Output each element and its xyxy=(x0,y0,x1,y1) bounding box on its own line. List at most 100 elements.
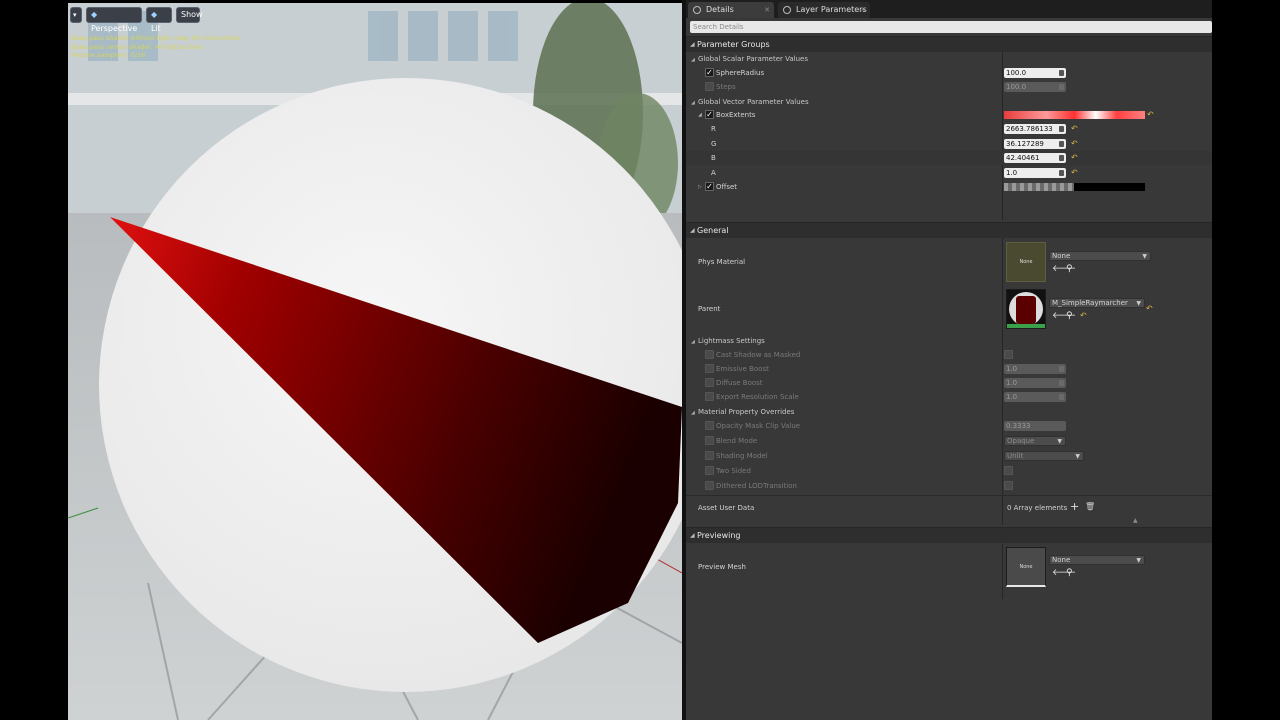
phys-material-dropdown[interactable]: None ▼ xyxy=(1049,251,1151,261)
stats-line: Base pass shader without light map: 90 i… xyxy=(71,34,241,42)
drag-handle-icon xyxy=(1059,366,1064,372)
category-previewing[interactable]: ◢ Previewing xyxy=(686,527,1212,543)
tab-details[interactable]: Details ✕ xyxy=(688,2,774,18)
steps-checkbox[interactable] xyxy=(705,82,714,91)
dithered-lod-value-checkbox xyxy=(1004,481,1013,490)
offset-checkbox[interactable]: ✓ xyxy=(705,182,714,191)
param-row-g: G 36.127289 ↶ xyxy=(686,137,1212,151)
a-input[interactable]: 1.0 xyxy=(1004,168,1066,178)
drag-handle-icon[interactable] xyxy=(1059,126,1064,132)
reset-to-default-icon[interactable]: ↶ xyxy=(1147,110,1154,120)
dithered-lod-override-checkbox[interactable] xyxy=(705,481,714,490)
thumb-text: None xyxy=(1019,563,1033,570)
add-element-icon[interactable]: + xyxy=(1070,501,1079,513)
param-label: Steps xyxy=(716,83,736,91)
category-general[interactable]: ◢ General xyxy=(686,222,1212,238)
boxextents-color-swatch[interactable] xyxy=(1004,111,1145,119)
lit-icon: ◆ xyxy=(151,10,158,19)
param-row-steps: Steps 100.0 xyxy=(686,80,1212,94)
collapse-arrow-icon[interactable]: ◢ xyxy=(698,112,702,118)
param-label: Export Resolution Scale xyxy=(716,393,799,401)
alpha-checker xyxy=(1004,183,1074,191)
collapse-arrow-icon: ◢ xyxy=(691,100,695,106)
r-input[interactable]: 2663.786133 xyxy=(1004,124,1066,134)
two-sided-override-checkbox[interactable] xyxy=(705,466,714,475)
drag-handle-icon[interactable] xyxy=(1059,70,1064,76)
editor-window: ▾ ◆ Perspective ◆ Lit Show Base pass sha… xyxy=(0,0,1280,720)
reset-to-default-icon[interactable]: ↶ xyxy=(1071,168,1078,178)
show-button[interactable]: Show xyxy=(176,7,203,23)
row-two-sided: Two Sided xyxy=(686,464,1212,478)
chevron-down-icon: ▼ xyxy=(1075,453,1080,460)
value-text: 1.0 xyxy=(1006,393,1018,401)
param-label: Dithered LODTransition xyxy=(716,482,797,490)
lit-label: Lit xyxy=(151,24,161,33)
value-text: 1.0 xyxy=(1006,365,1018,373)
drag-handle-icon[interactable] xyxy=(1059,141,1064,147)
b-input[interactable]: 42.40461 xyxy=(1004,153,1066,163)
dropdown-value: M_SimpleRaymarcher xyxy=(1052,299,1128,307)
sphereradius-checkbox[interactable]: ✓ xyxy=(705,68,714,77)
value-text: 2663.786133 xyxy=(1006,125,1053,133)
opacity-mask-override-checkbox[interactable] xyxy=(705,421,714,430)
offset-color-swatch[interactable] xyxy=(1004,183,1145,191)
browse-search-icon[interactable]: ⚲ xyxy=(1066,568,1073,578)
perspective-button[interactable]: ◆ Perspective xyxy=(86,7,142,33)
close-icon[interactable]: ✕ xyxy=(764,2,770,18)
show-label: Show xyxy=(181,10,203,19)
value-text: 100.0 xyxy=(1006,83,1027,91)
drag-handle-icon[interactable] xyxy=(1059,155,1064,161)
category-parameter-groups[interactable]: ◢ Parameter Groups xyxy=(686,36,1212,52)
row-shading-model: Shading Model Unlit ▼ xyxy=(686,449,1212,463)
preview-mesh-dropdown[interactable]: None ▼ xyxy=(1049,555,1145,565)
tab-label: Layer Parameters xyxy=(796,5,867,14)
diffuse-boost-override-checkbox[interactable] xyxy=(705,378,714,387)
cast-shadow-override-checkbox[interactable] xyxy=(705,350,714,359)
thumb-text: None xyxy=(1019,259,1033,265)
vector-group-title: Global Vector Parameter Values xyxy=(698,98,809,106)
advanced-expander-icon[interactable]: ▲ xyxy=(1133,517,1138,524)
reset-to-default-icon[interactable]: ↶ xyxy=(1146,304,1153,314)
viewport-menu-button[interactable]: ▾ xyxy=(70,7,82,23)
delete-all-icon[interactable]: 🗑 xyxy=(1085,502,1095,512)
phys-material-thumbnail[interactable]: None xyxy=(1006,242,1046,282)
browse-search-icon[interactable]: ⚲ xyxy=(1066,311,1073,321)
boxextents-checkbox[interactable]: ✓ xyxy=(705,110,714,119)
dropdown-value: Unlit xyxy=(1007,452,1024,460)
param-row-offset: ▷ ✓ Offset xyxy=(686,180,1212,194)
category-title: Previewing xyxy=(697,531,741,540)
column-divider[interactable] xyxy=(1002,543,1003,599)
parent-dropdown[interactable]: M_SimpleRaymarcher ▼ xyxy=(1049,298,1145,308)
export-resolution-override-checkbox[interactable] xyxy=(705,392,714,401)
sphereradius-input[interactable]: 100.0 xyxy=(1004,68,1066,78)
blend-mode-override-checkbox[interactable] xyxy=(705,436,714,445)
value-text: 1.0 xyxy=(1006,169,1018,177)
close-icon[interactable]: ✕ xyxy=(860,2,866,18)
lit-button[interactable]: ◆ Lit xyxy=(146,7,172,33)
reset-to-default-icon[interactable]: ↶ xyxy=(1071,153,1078,163)
lightmass-title: Lightmass Settings xyxy=(698,337,765,345)
reset-to-default-icon[interactable]: ↶ xyxy=(1080,311,1087,321)
row-export-resolution-scale: Export Resolution Scale 1.0 xyxy=(686,390,1212,404)
param-row-a: A 1.0 ↶ xyxy=(686,166,1212,180)
chevron-down-icon: ▼ xyxy=(1136,557,1141,564)
asset-user-data-label: Asset User Data xyxy=(698,504,755,512)
value-text: 1.0 xyxy=(1006,379,1018,387)
reset-to-default-icon[interactable]: ↶ xyxy=(1071,139,1078,149)
search-input[interactable]: Search Details xyxy=(690,21,1212,33)
dropdown-value: None xyxy=(1052,252,1071,260)
browse-search-icon[interactable]: ⚲ xyxy=(1066,264,1073,274)
parent-thumbnail[interactable] xyxy=(1006,289,1046,329)
row-dithered-lod: Dithered LODTransition xyxy=(686,479,1212,493)
stats-line: Texture samplers: 0/16 xyxy=(71,51,146,59)
preview-mesh-thumbnail[interactable]: None xyxy=(1006,547,1046,587)
drag-handle-icon[interactable] xyxy=(1059,170,1064,176)
expand-arrow-icon[interactable]: ▷ xyxy=(698,184,702,190)
emissive-boost-override-checkbox[interactable] xyxy=(705,364,714,373)
shading-model-override-checkbox[interactable] xyxy=(705,451,714,460)
g-input[interactable]: 36.127289 xyxy=(1004,139,1066,149)
reset-to-default-icon[interactable]: ↶ xyxy=(1071,124,1078,134)
tab-layer-parameters[interactable]: Layer Parameters ✕ xyxy=(778,2,870,18)
viewport[interactable]: ▾ ◆ Perspective ◆ Lit Show Base pass sha… xyxy=(68,3,682,720)
row-cast-shadow-masked: Cast Shadow as Masked xyxy=(686,348,1212,362)
